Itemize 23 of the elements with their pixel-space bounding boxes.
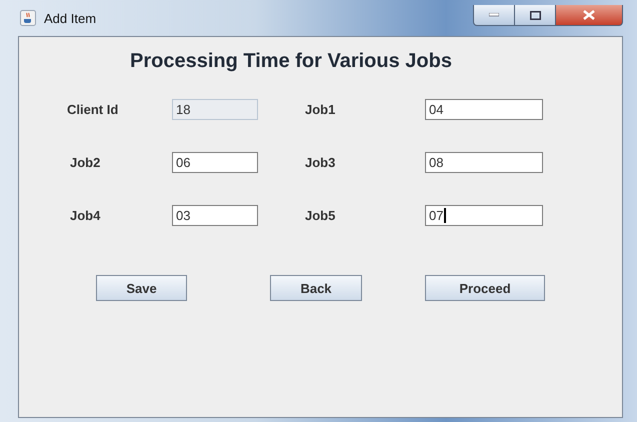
close-icon (583, 10, 595, 20)
field-label: Job5 (305, 208, 336, 223)
field-label: Job2 (70, 155, 102, 170)
field-label: Job4 (70, 208, 102, 223)
field-label: Client Id (67, 102, 120, 117)
window-title: Add Item (44, 10, 98, 26)
minimize-icon (489, 13, 499, 17)
field-label: Job3 (305, 155, 336, 170)
input-field[interactable]: 03 (172, 205, 258, 226)
cup-icon (20, 10, 36, 26)
input-field[interactable]: 04 (425, 99, 543, 120)
minimize-button[interactable] (473, 5, 515, 26)
action-button[interactable]: Proceed (425, 275, 545, 301)
field-label: Job1 (305, 102, 336, 117)
input-field[interactable]: 08 (425, 152, 543, 173)
input-field[interactable]: 07 (425, 205, 543, 226)
close-button[interactable] (555, 5, 623, 26)
maximize-icon (530, 10, 540, 20)
maximize-button[interactable] (514, 5, 556, 26)
input-field[interactable]: 06 (172, 152, 258, 173)
action-button[interactable]: Save (96, 275, 187, 301)
form-heading: Processing Time for Various Jobs (130, 50, 453, 73)
action-button[interactable]: Back (270, 275, 362, 301)
